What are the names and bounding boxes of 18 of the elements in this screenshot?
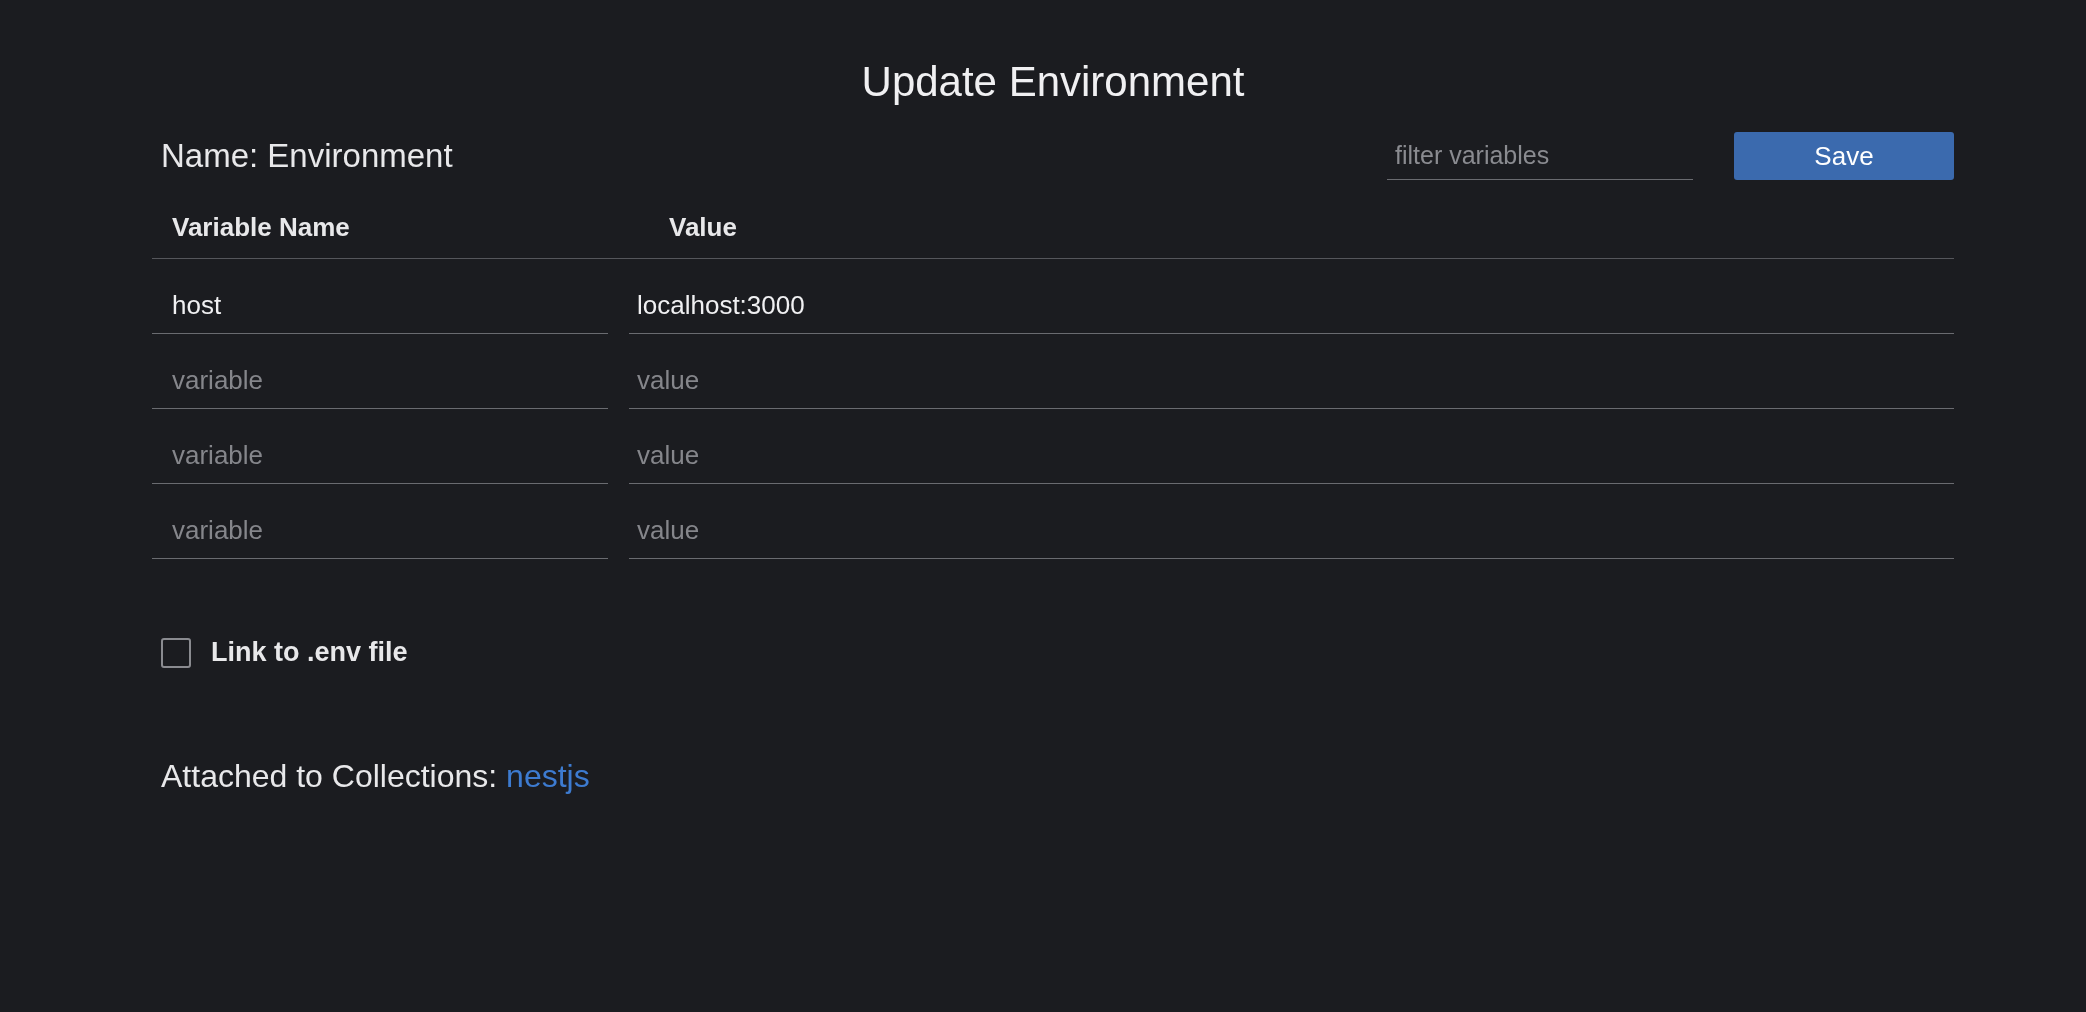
- checkbox-label: Link to .env file: [211, 637, 408, 668]
- variable-name-field[interactable]: host: [152, 278, 608, 334]
- filter-field[interactable]: filter variables: [1387, 132, 1693, 180]
- attached-label: Attached to Collections:: [161, 758, 499, 795]
- collection-link[interactable]: nestjs: [506, 758, 590, 795]
- save-button[interactable]: Save: [1734, 132, 1954, 180]
- column-header: Variable Name: [171, 211, 351, 243]
- dialog-title: Update Environment: [860, 58, 1246, 106]
- variable-value-field[interactable]: value: [629, 428, 1954, 484]
- variable-name-field[interactable]: variable: [152, 353, 608, 409]
- variable-value-field[interactable]: value: [629, 503, 1954, 559]
- column-header: Value: [668, 211, 738, 243]
- variable-value-field[interactable]: localhost:3000: [629, 278, 1954, 334]
- checkbox[interactable]: [161, 637, 191, 668]
- variable-name-field[interactable]: variable: [152, 428, 608, 484]
- variable-name-field[interactable]: variable: [152, 503, 608, 559]
- variable-value-field[interactable]: value: [629, 353, 1954, 409]
- environment-name: Name: Environment: [161, 137, 454, 175]
